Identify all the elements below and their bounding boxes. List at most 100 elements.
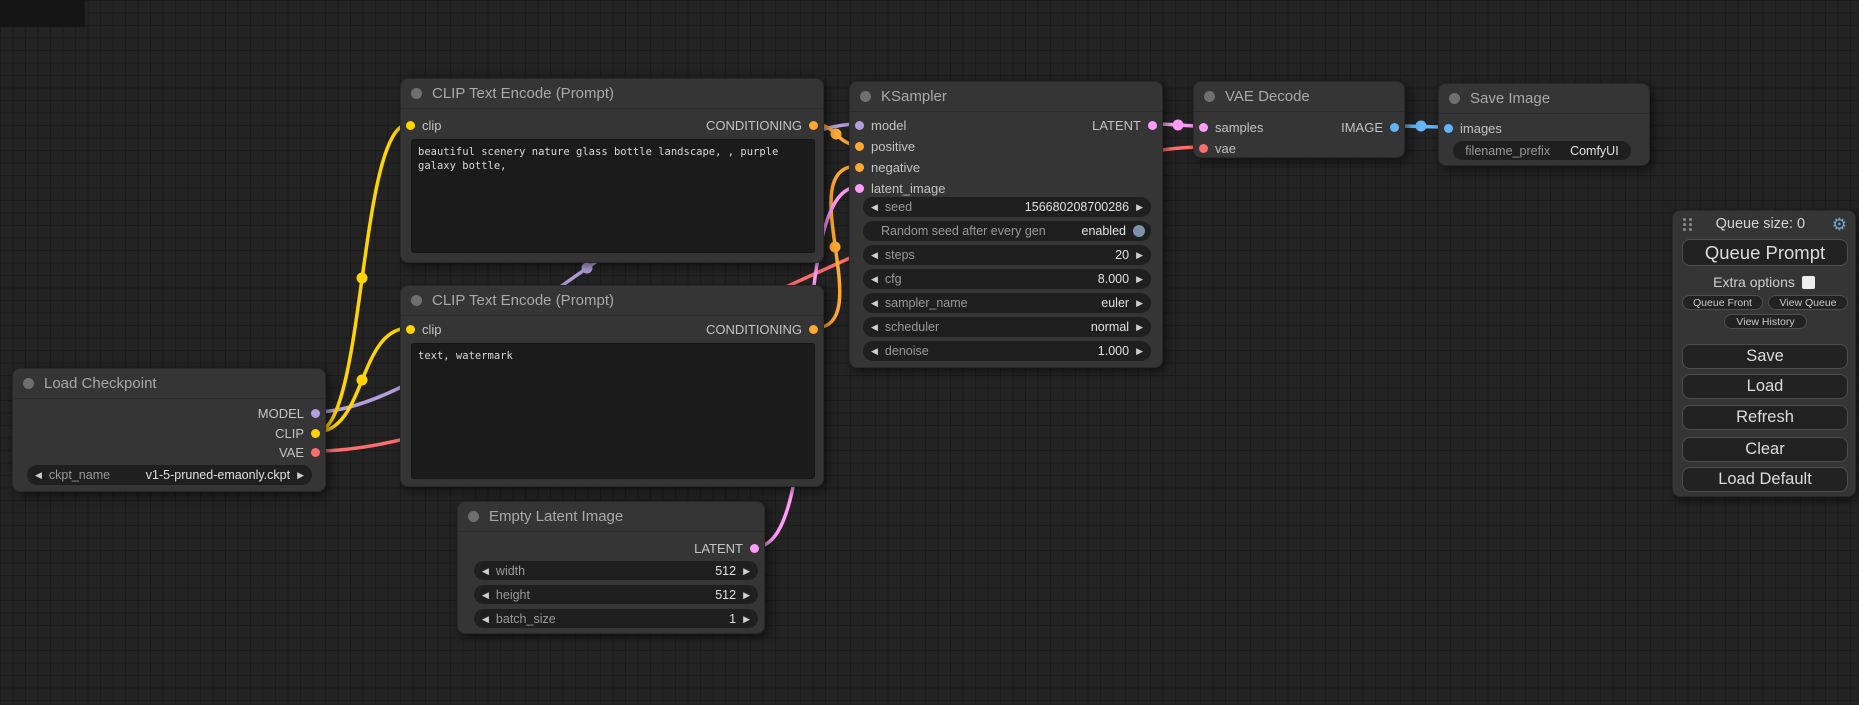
positive-input-port[interactable] — [855, 142, 864, 151]
view-queue-button[interactable]: View Queue — [1768, 295, 1848, 310]
widget-label: seed — [885, 200, 912, 214]
conditioning-output-port[interactable] — [809, 325, 818, 334]
node-empty-latent-image[interactable]: Empty Latent Image LATENT ◀ width 512 ▶ … — [457, 501, 765, 634]
batch-size-widget[interactable]: ◀ batch_size 1 ▶ — [474, 609, 758, 628]
image-output-port[interactable] — [1390, 123, 1399, 132]
clip-output-port[interactable] — [311, 429, 320, 438]
collapse-dot-icon[interactable] — [411, 295, 422, 306]
positive-prompt-textarea[interactable]: beautiful scenery nature glass bottle la… — [411, 139, 815, 253]
node-load-checkpoint[interactable]: Load Checkpoint MODEL CLIP VAE ◀ ckpt_na… — [12, 368, 326, 492]
conditioning-output-port[interactable] — [809, 121, 818, 130]
widget-value: 1.000 — [1098, 344, 1129, 358]
latent-output-port[interactable] — [750, 544, 759, 553]
decrement-arrow-icon[interactable]: ◀ — [871, 317, 878, 337]
model-output-port[interactable] — [311, 409, 320, 418]
node-title-bar[interactable]: CLIP Text Encode (Prompt) — [401, 286, 823, 316]
filename-prefix-widget[interactable]: filename_prefix ComfyUI — [1453, 141, 1631, 160]
clip-input-port[interactable] — [406, 121, 415, 130]
clear-button[interactable]: Clear — [1682, 437, 1848, 462]
widget-value: 156680208700286 — [1025, 200, 1129, 214]
node-title-bar[interactable]: KSampler — [850, 82, 1162, 112]
negative-prompt-textarea[interactable]: text, watermark — [411, 343, 815, 479]
collapse-dot-icon[interactable] — [1204, 91, 1215, 102]
view-history-button[interactable]: View History — [1724, 314, 1807, 329]
node-clip-text-encode-positive[interactable]: CLIP Text Encode (Prompt) clip CONDITION… — [400, 78, 824, 263]
load-default-button[interactable]: Load Default — [1682, 467, 1848, 492]
collapse-dot-icon[interactable] — [23, 378, 34, 389]
decrement-arrow-icon[interactable]: ◀ — [871, 293, 878, 313]
widget-value: normal — [1091, 320, 1129, 334]
height-widget[interactable]: ◀ height 512 ▶ — [474, 585, 758, 604]
clip-input-port[interactable] — [406, 325, 415, 334]
vae-input-port[interactable] — [1199, 144, 1208, 153]
graph-canvas[interactable]: Load Checkpoint MODEL CLIP VAE ◀ ckpt_na… — [0, 0, 1859, 705]
latent-output-port[interactable] — [1148, 121, 1157, 130]
node-title-bar[interactable]: Load Checkpoint — [13, 369, 325, 399]
width-widget[interactable]: ◀ width 512 ▶ — [474, 561, 758, 580]
output-label-clip: CLIP — [275, 426, 304, 441]
sampler-name-widget[interactable]: ◀ sampler_name euler ▶ — [863, 293, 1151, 313]
widget-label: sampler_name — [885, 296, 968, 310]
latent-image-input-port[interactable] — [855, 184, 864, 193]
random-seed-toggle-widget[interactable]: Random seed after every gen enabled — [863, 221, 1151, 241]
node-clip-text-encode-negative[interactable]: CLIP Text Encode (Prompt) clip CONDITION… — [400, 285, 824, 487]
decrement-arrow-icon[interactable]: ◀ — [871, 269, 878, 289]
increment-arrow-icon[interactable]: ▶ — [1136, 341, 1143, 361]
vae-output-port[interactable] — [311, 448, 320, 457]
increment-arrow-icon[interactable]: ▶ — [297, 465, 304, 485]
drag-handle-icon[interactable] — [1683, 218, 1686, 221]
widget-label: batch_size — [496, 612, 556, 626]
increment-arrow-icon[interactable]: ▶ — [1136, 197, 1143, 217]
queue-front-button[interactable]: Queue Front — [1682, 295, 1763, 310]
increment-arrow-icon[interactable]: ▶ — [743, 609, 750, 629]
node-title: CLIP Text Encode (Prompt) — [432, 292, 614, 309]
node-vae-decode[interactable]: VAE Decode samples IMAGE vae — [1193, 81, 1405, 158]
extra-options-checkbox[interactable] — [1802, 276, 1815, 289]
decrement-arrow-icon[interactable]: ◀ — [35, 465, 42, 485]
toggle-dot-icon[interactable] — [1133, 225, 1145, 237]
increment-arrow-icon[interactable]: ▶ — [1136, 269, 1143, 289]
decrement-arrow-icon[interactable]: ◀ — [482, 561, 489, 581]
decrement-arrow-icon[interactable]: ◀ — [871, 341, 878, 361]
extra-options-label: Extra options — [1713, 274, 1795, 290]
node-title-bar[interactable]: CLIP Text Encode (Prompt) — [401, 79, 823, 109]
widget-label: cfg — [885, 272, 902, 286]
node-title-bar[interactable]: Empty Latent Image — [458, 502, 764, 532]
images-input-port[interactable] — [1444, 124, 1453, 133]
widget-label: scheduler — [885, 320, 939, 334]
node-title: Save Image — [1470, 90, 1550, 107]
increment-arrow-icon[interactable]: ▶ — [1136, 317, 1143, 337]
collapse-dot-icon[interactable] — [1449, 93, 1460, 104]
seed-widget[interactable]: ◀ seed 156680208700286 ▶ — [863, 197, 1151, 217]
widget-value: 512 — [715, 564, 736, 578]
collapse-dot-icon[interactable] — [411, 88, 422, 99]
refresh-button[interactable]: Refresh — [1682, 405, 1848, 430]
decrement-arrow-icon[interactable]: ◀ — [871, 197, 878, 217]
cfg-widget[interactable]: ◀ cfg 8.000 ▶ — [863, 269, 1151, 289]
increment-arrow-icon[interactable]: ▶ — [743, 585, 750, 605]
load-button[interactable]: Load — [1682, 374, 1848, 399]
increment-arrow-icon[interactable]: ▶ — [743, 561, 750, 581]
collapse-dot-icon[interactable] — [860, 91, 871, 102]
node-title-bar[interactable]: Save Image — [1439, 84, 1649, 114]
negative-input-port[interactable] — [855, 163, 864, 172]
node-save-image[interactable]: Save Image images filename_prefix ComfyU… — [1438, 83, 1650, 166]
collapse-dot-icon[interactable] — [468, 511, 479, 522]
decrement-arrow-icon[interactable]: ◀ — [871, 245, 878, 265]
model-input-port[interactable] — [855, 121, 864, 130]
decrement-arrow-icon[interactable]: ◀ — [482, 609, 489, 629]
decrement-arrow-icon[interactable]: ◀ — [482, 585, 489, 605]
node-ksampler[interactable]: KSampler model LATENT positive negative … — [849, 81, 1163, 368]
node-title-bar[interactable]: VAE Decode — [1194, 82, 1404, 112]
increment-arrow-icon[interactable]: ▶ — [1136, 293, 1143, 313]
steps-widget[interactable]: ◀ steps 20 ▶ — [863, 245, 1151, 265]
increment-arrow-icon[interactable]: ▶ — [1136, 245, 1143, 265]
samples-input-port[interactable] — [1199, 123, 1208, 132]
gear-icon[interactable]: ⚙ — [1832, 216, 1847, 233]
ckpt-name-widget[interactable]: ◀ ckpt_name v1-5-pruned-emaonly.ckpt ▶ — [27, 465, 312, 485]
denoise-widget[interactable]: ◀ denoise 1.000 ▶ — [863, 341, 1151, 361]
scheduler-widget[interactable]: ◀ scheduler normal ▶ — [863, 317, 1151, 337]
input-label-positive: positive — [871, 139, 915, 154]
save-button[interactable]: Save — [1682, 344, 1848, 369]
queue-prompt-button[interactable]: Queue Prompt — [1682, 239, 1848, 266]
